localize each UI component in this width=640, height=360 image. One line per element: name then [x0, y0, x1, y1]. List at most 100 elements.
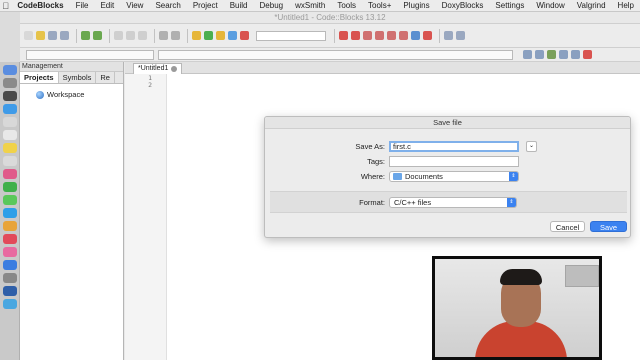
copy-icon[interactable]	[126, 31, 135, 40]
menu-file[interactable]: File	[70, 1, 95, 10]
run-to-cursor-icon[interactable]	[351, 31, 360, 40]
calendar-icon[interactable]	[3, 130, 17, 140]
presenter-hair	[500, 269, 542, 285]
save-all-icon[interactable]	[60, 31, 69, 40]
new-file-icon[interactable]	[24, 31, 33, 40]
save-as-row: Save As: first.c ⌄	[325, 141, 537, 152]
notes-icon[interactable]	[3, 143, 17, 153]
various-info-icon[interactable]	[456, 31, 465, 40]
abort-icon[interactable]	[240, 31, 249, 40]
save-button[interactable]: Save	[590, 221, 627, 232]
music-icon[interactable]	[3, 247, 17, 257]
updown-arrows-icon: ⇕	[507, 198, 516, 207]
menu-window[interactable]: Window	[530, 1, 570, 10]
dock	[0, 62, 20, 360]
where-select[interactable]: Documents ⇕	[389, 171, 519, 182]
undo-icon[interactable]	[81, 31, 90, 40]
app-store-icon[interactable]	[3, 260, 17, 270]
books-icon[interactable]	[3, 234, 17, 244]
scope-select[interactable]	[26, 49, 154, 60]
rebuild-icon[interactable]	[228, 31, 237, 40]
menu-view[interactable]: View	[120, 1, 149, 10]
open-file-icon[interactable]	[36, 31, 45, 40]
doxy-run-icon[interactable]	[583, 50, 592, 59]
format-row: Format: C/C++ files ⇕	[325, 197, 517, 208]
jump-back-icon[interactable]	[535, 50, 544, 59]
webcam-overlay	[432, 256, 602, 360]
step-into-icon[interactable]	[375, 31, 384, 40]
tab-projects[interactable]: Projects	[20, 72, 59, 83]
reminders-icon[interactable]	[3, 156, 17, 166]
safari-icon[interactable]	[3, 104, 17, 114]
messages-icon[interactable]	[3, 182, 17, 192]
tab-symbols[interactable]: Symbols	[59, 72, 97, 83]
menu-help[interactable]: Help	[612, 1, 640, 10]
save-as-input[interactable]: first.c	[389, 141, 519, 152]
build-icon[interactable]	[192, 31, 201, 40]
stop-debugger-icon[interactable]	[423, 31, 432, 40]
line-number: 2	[148, 81, 152, 89]
menu-plugins[interactable]: Plugins	[397, 1, 435, 10]
paste-icon[interactable]	[138, 31, 147, 40]
folder-icon	[393, 173, 402, 180]
close-tab-icon[interactable]	[171, 66, 178, 72]
menu-search[interactable]: Search	[149, 1, 186, 10]
menu-build[interactable]: Build	[224, 1, 254, 10]
menu-tools-plus[interactable]: Tools+	[362, 1, 397, 10]
jump-icon[interactable]	[523, 50, 532, 59]
redo-icon[interactable]	[93, 31, 102, 40]
comment-icon[interactable]	[547, 50, 556, 59]
rocket-icon[interactable]	[3, 91, 17, 101]
workspace-tree-item[interactable]: Workspace	[36, 90, 123, 99]
management-panel: Management Projects Symbols Re Workspace	[20, 62, 124, 360]
doxy-line-icon[interactable]	[571, 50, 580, 59]
break-icon[interactable]	[411, 31, 420, 40]
next-instruction-icon[interactable]	[399, 31, 408, 40]
editor-tab-bar: *Untitled1	[125, 62, 640, 74]
finder-icon[interactable]	[3, 65, 17, 75]
cancel-button[interactable]: Cancel	[550, 221, 585, 232]
next-line-icon[interactable]	[363, 31, 372, 40]
launchpad-icon[interactable]	[3, 78, 17, 88]
menu-tools[interactable]: Tools	[331, 1, 362, 10]
cut-icon[interactable]	[114, 31, 123, 40]
apple-logo-icon[interactable]: 	[0, 1, 11, 11]
tags-input[interactable]	[389, 156, 519, 167]
window-title: *Untitled1 - Code::Blocks 13.12	[20, 12, 640, 24]
menu-doxyblocks[interactable]: DoxyBlocks	[436, 1, 490, 10]
appstore-icon[interactable]	[3, 208, 17, 218]
tags-row: Tags:	[325, 156, 519, 167]
updown-arrows-icon: ⇕	[509, 172, 518, 181]
system-preferences-icon[interactable]	[3, 273, 17, 283]
format-select[interactable]: C/C++ files ⇕	[389, 197, 517, 208]
run-icon[interactable]	[204, 31, 213, 40]
debug-windows-icon[interactable]	[444, 31, 453, 40]
menu-app-name[interactable]: CodeBlocks	[11, 1, 69, 10]
chrome-icon[interactable]	[3, 299, 17, 309]
editor-tab-untitled1[interactable]: *Untitled1	[133, 63, 183, 74]
tab-resources[interactable]: Re	[96, 72, 115, 83]
menu-debug[interactable]: Debug	[254, 1, 290, 10]
build-target-select[interactable]	[256, 30, 326, 41]
step-out-icon[interactable]	[387, 31, 396, 40]
replace-icon[interactable]	[171, 31, 180, 40]
menu-edit[interactable]: Edit	[94, 1, 120, 10]
menu-settings[interactable]: Settings	[489, 1, 530, 10]
build-and-run-icon[interactable]	[216, 31, 225, 40]
menu-project[interactable]: Project	[187, 1, 224, 10]
debug-icon[interactable]	[339, 31, 348, 40]
save-icon[interactable]	[48, 31, 57, 40]
mail-icon[interactable]	[3, 117, 17, 127]
main-toolbar	[20, 24, 640, 48]
menu-valgrind[interactable]: Valgrind	[571, 1, 612, 10]
function-select[interactable]	[158, 49, 513, 60]
facetime-icon[interactable]	[3, 195, 17, 205]
workspace-label: Workspace	[47, 90, 85, 99]
photos-icon[interactable]	[3, 169, 17, 179]
find-icon[interactable]	[159, 31, 168, 40]
chevron-down-icon[interactable]: ⌄	[526, 141, 537, 152]
menu-wxsmith[interactable]: wxSmith	[289, 1, 331, 10]
charts-icon[interactable]	[3, 221, 17, 231]
codeblocks-icon[interactable]	[3, 286, 17, 296]
doxy-icon[interactable]	[559, 50, 568, 59]
